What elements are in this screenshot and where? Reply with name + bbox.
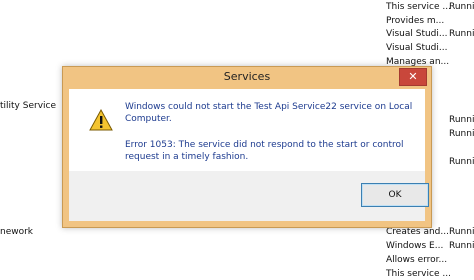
service-description[interactable]: This service ...	[386, 1, 451, 13]
error-message: Windows could not start the Test Api Ser…	[125, 102, 413, 124]
service-description[interactable]: Provides m...	[386, 15, 444, 27]
service-status: Runni	[449, 29, 474, 39]
service-description[interactable]: Allows error...	[386, 254, 447, 266]
service-description[interactable]: Visual Studi...	[386, 28, 447, 40]
service-status: Runni	[449, 227, 474, 237]
service-name[interactable]: tility Service	[0, 100, 56, 112]
service-status: Runni	[449, 129, 474, 139]
service-status: Runni	[449, 157, 474, 167]
service-status: Runni	[449, 115, 474, 125]
dialog-body: Windows could not start the Test Api Ser…	[69, 89, 425, 171]
service-status: Runni	[449, 241, 474, 251]
dialog-titlebar[interactable]: Services ✕	[63, 67, 431, 87]
dialog-title: Services	[223, 70, 271, 83]
service-name[interactable]: nework	[0, 226, 33, 238]
service-status: Runni	[449, 2, 474, 12]
ok-button[interactable]: OK	[361, 183, 429, 207]
service-description[interactable]: Visual Studi...	[386, 42, 447, 54]
services-error-dialog: Services ✕ Windows could not start the T…	[62, 66, 432, 228]
service-description[interactable]: Windows E...	[386, 240, 443, 252]
service-description[interactable]: This service ...	[386, 268, 451, 280]
warning-icon	[89, 109, 113, 131]
close-icon: ✕	[408, 70, 418, 83]
close-button[interactable]: ✕	[399, 68, 427, 86]
error-detail: Error 1053: The service did not respond …	[125, 140, 404, 162]
